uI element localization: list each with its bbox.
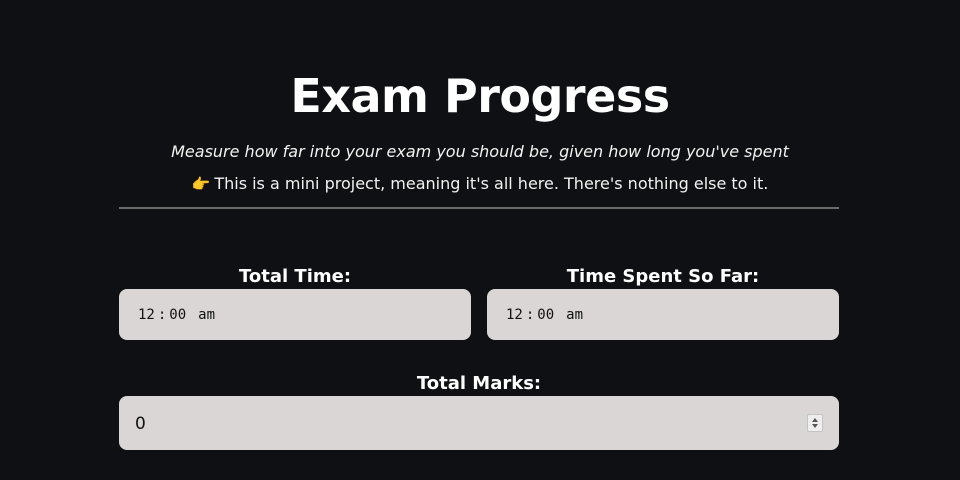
total-marks-label: Total Marks:: [416, 373, 542, 394]
number-stepper-icon[interactable]: [807, 414, 823, 432]
page-subtitle: Measure how far into your exam you shoul…: [171, 142, 789, 161]
page-title: Exam Progress: [290, 69, 670, 123]
project-note-text: This is a mini project, meaning it's all…: [214, 174, 769, 193]
decrement-icon[interactable]: [812, 424, 818, 428]
total-marks-value: 0: [135, 414, 146, 434]
time-spent-minutes[interactable]: 00: [537, 307, 554, 323]
total-time-value: 12:00 am: [138, 307, 216, 323]
page: Exam Progress Measure how far into your …: [0, 0, 960, 480]
time-spent-label: Time Spent So Far:: [566, 266, 760, 287]
time-spent-period[interactable]: am: [566, 307, 583, 323]
total-time-hours[interactable]: 12: [138, 307, 155, 323]
increment-icon[interactable]: [812, 418, 818, 422]
project-note: 👉 This is a mini project, meaning it's al…: [0, 173, 960, 195]
time-spent-input[interactable]: 12:00 am: [487, 289, 839, 340]
total-time-input[interactable]: 12:00 am: [119, 289, 471, 340]
total-marks-input[interactable]: 0: [119, 396, 839, 450]
total-time-minutes[interactable]: 00: [169, 307, 186, 323]
total-time-label: Total Time:: [238, 266, 352, 287]
divider: [119, 207, 839, 209]
pointing-right-icon: 👉: [191, 175, 211, 193]
time-spent-hours[interactable]: 12: [506, 307, 523, 323]
time-spent-value: 12:00 am: [506, 307, 584, 323]
total-time-period[interactable]: am: [198, 307, 215, 323]
